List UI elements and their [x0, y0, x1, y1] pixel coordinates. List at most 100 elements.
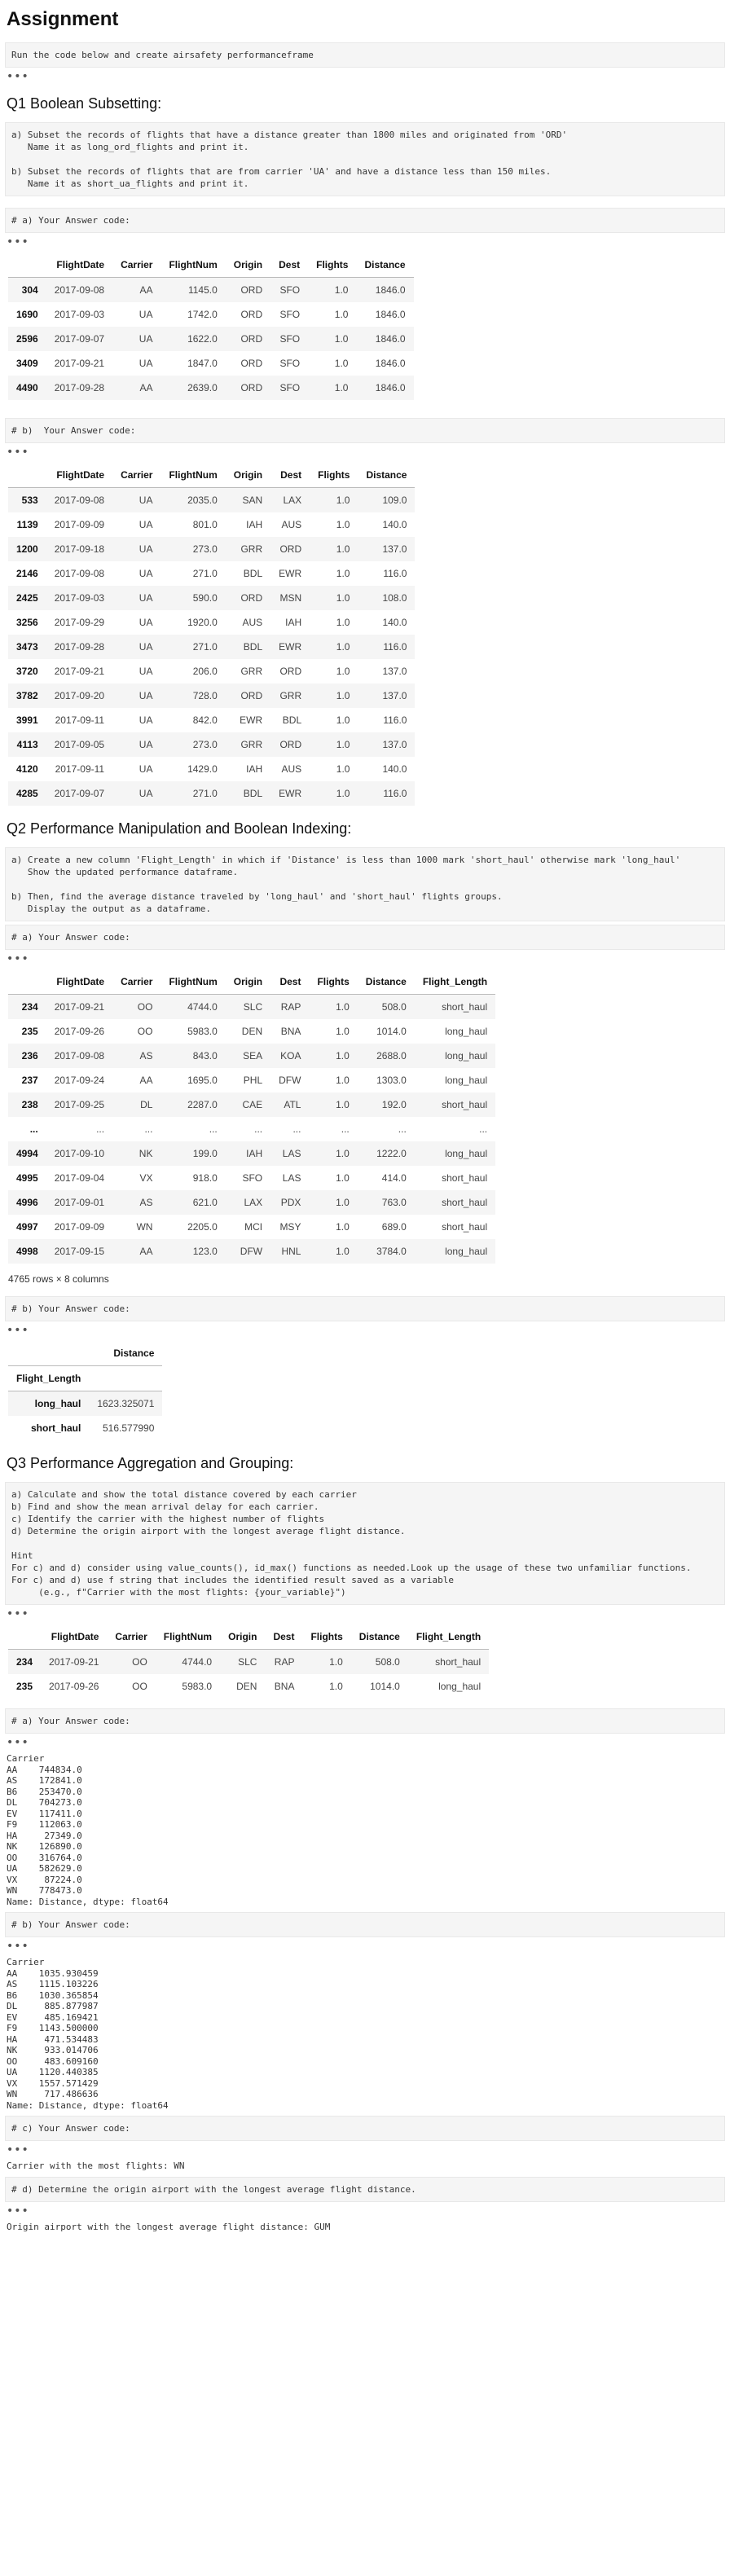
table-cell: 4744.0	[182, 1656, 213, 1668]
q2-code-a-cell[interactable]: # a) Your Answer code:	[5, 925, 725, 950]
row-index: 1690	[16, 309, 38, 320]
table-cell: 2017-09-28	[54, 382, 105, 393]
table-cell: ORD	[279, 739, 302, 750]
table-cell: GRR	[240, 739, 263, 750]
row-index: 3409	[16, 358, 38, 369]
table-cell: UA	[139, 309, 153, 320]
collapsed-output-dots[interactable]: •••	[7, 1608, 723, 1620]
table-cell: 2017-09-09	[54, 519, 105, 530]
table-cell: 1622.0	[187, 333, 218, 345]
table-row: 3991 2017-09-11 UA 842.0 EWR BDL 1.0 116.0	[8, 708, 415, 732]
table-cell: 1.0	[336, 666, 350, 677]
dataframe-shape: 4765 rows × 8 columns	[8, 1273, 109, 1285]
table-cell: IAH	[285, 617, 302, 628]
table-cell: OO	[132, 1681, 147, 1692]
q1-code-b-cell[interactable]: # b) Your Answer code:	[5, 418, 725, 443]
table-cell: LAX	[244, 1197, 263, 1208]
q3-code-d-cell[interactable]: # d) Determine the origin airport with t…	[5, 2176, 725, 2202]
table-cell: 2017-09-08	[54, 1050, 105, 1062]
table-cell: long_haul	[445, 1075, 488, 1086]
row-index: 4490	[16, 382, 38, 393]
table-cell: AA	[139, 284, 153, 296]
column-header: Distance	[357, 969, 415, 995]
table-row: 2425 2017-09-03 UA 590.0 ORD MSN 1.0 108.0	[8, 586, 416, 610]
table-cell: VX	[139, 1172, 153, 1184]
q1-code-a-cell[interactable]: # a) Your Answer code:	[5, 208, 725, 233]
intro-cell[interactable]: Run the code below and create airsafety …	[5, 42, 725, 68]
table-cell: ...	[144, 1123, 153, 1135]
collapsed-output-dots[interactable]: •••	[7, 1737, 723, 1748]
q3-code-a-cell[interactable]: # a) Your Answer code:	[5, 1708, 725, 1734]
table-cell: 1.0	[336, 592, 350, 604]
table-cell: ...	[96, 1123, 105, 1135]
table-row: 4285 2017-09-07 UA 271.0 BDL EWR 1.0 116.0	[8, 781, 416, 806]
collapsed-output-dots[interactable]: •••	[7, 953, 723, 965]
column-header: Distance	[89, 1341, 163, 1366]
collapsed-output-dots[interactable]: •••	[7, 236, 723, 248]
table-cell: 1.0	[334, 309, 349, 320]
q1-prompt-cell[interactable]: a) Subset the records of flights that ha…	[5, 122, 725, 196]
table-cell: 1.0	[336, 641, 350, 653]
table-cell: OO	[132, 1656, 147, 1668]
table-cell: long_haul	[445, 1026, 488, 1037]
collapsed-output-dots[interactable]: •••	[7, 2205, 723, 2217]
table-cell: 1.0	[336, 788, 350, 799]
table-cell: 2017-09-21	[54, 666, 105, 677]
table-cell: 1.0	[336, 1001, 350, 1013]
table-cell: 2017-09-03	[54, 309, 105, 320]
collapsed-output-dots[interactable]: •••	[7, 446, 723, 458]
table-cell: ...	[254, 1123, 263, 1135]
collapsed-output-dots[interactable]: •••	[7, 1941, 723, 1952]
table-cell: 2035.0	[187, 495, 218, 506]
table-row: 237 2017-09-24 AA 1695.0 PHL DFW 1.0 1303.0 long…	[8, 1068, 495, 1092]
table-row: 4995 2017-09-04 VX 918.0 SFO LAS 1.0 414.0 short…	[8, 1166, 495, 1190]
q2-prompt-cell[interactable]: a) Create a new column 'Flight_Length' i…	[5, 847, 725, 921]
table-cell: 2017-09-21	[54, 358, 105, 369]
table-cell: 1846.0	[375, 333, 406, 345]
table-cell: 842.0	[192, 714, 218, 726]
q2-code-b-cell[interactable]: # b) Your Answer code:	[5, 1296, 725, 1321]
table-cell: 1.0	[336, 617, 350, 628]
table-cell: 2017-09-18	[54, 543, 105, 555]
row-index: 4113	[16, 739, 38, 750]
table-cell: BNA	[274, 1681, 295, 1692]
q1-table-a: FlightDate Carrier FlightNum Origin Dest Flig…	[8, 253, 414, 400]
table-cell: 2639.0	[187, 382, 218, 393]
q3-prompt-cell[interactable]: a) Calculate and show the total distance…	[5, 1482, 725, 1605]
table-cell: 1847.0	[187, 358, 218, 369]
table-cell: 1222.0	[376, 1148, 407, 1159]
collapsed-output-dots[interactable]: •••	[7, 2144, 723, 2156]
table-cell: 1742.0	[187, 309, 218, 320]
collapsed-output-dots[interactable]: •••	[7, 71, 723, 82]
index-name: Flight_Length	[8, 1365, 90, 1391]
q3-code-c-cell[interactable]: # c) Your Answer code:	[5, 2116, 725, 2141]
table-cell: 1.0	[329, 1656, 343, 1668]
q3-code-b-cell[interactable]: # b) Your Answer code:	[5, 1912, 725, 1937]
column-header: Dest	[265, 1624, 303, 1650]
table-cell: 271.0	[192, 568, 218, 579]
table-cell: 1.0	[334, 358, 349, 369]
column-header: FlightNum	[161, 253, 226, 278]
table-cell: 1846.0	[375, 358, 406, 369]
table-cell: 140.0	[382, 519, 407, 530]
table-cell: SFO	[279, 333, 301, 345]
table-cell: AS	[139, 1050, 153, 1062]
column-header: Dest	[270, 463, 310, 488]
table-cell: 199.0	[192, 1148, 218, 1159]
column-header: Carrier	[112, 969, 161, 995]
collapsed-output-dots[interactable]: •••	[7, 1325, 723, 1336]
table-cell: 137.0	[382, 543, 407, 555]
table-cell: 2017-09-25	[54, 1099, 105, 1110]
column-header: Carrier	[107, 1624, 156, 1650]
table-cell: 1014.0	[370, 1681, 400, 1692]
table-cell: short_haul	[442, 1197, 488, 1208]
table-cell: AA	[139, 1075, 153, 1086]
q2-heading: Q2 Performance Manipulation and Boolean …	[7, 820, 352, 837]
table-cell: 2017-09-26	[54, 1026, 105, 1037]
table-row: 238 2017-09-25 DL 2287.0 CAE ATL 1.0 192.0 short…	[8, 1092, 496, 1117]
table-cell: 1.0	[334, 382, 349, 393]
table-cell: 801.0	[192, 519, 218, 530]
table-cell: 1.0	[336, 1075, 350, 1086]
table-cell: DEN	[236, 1681, 257, 1692]
table-cell: SLC	[238, 1656, 257, 1668]
